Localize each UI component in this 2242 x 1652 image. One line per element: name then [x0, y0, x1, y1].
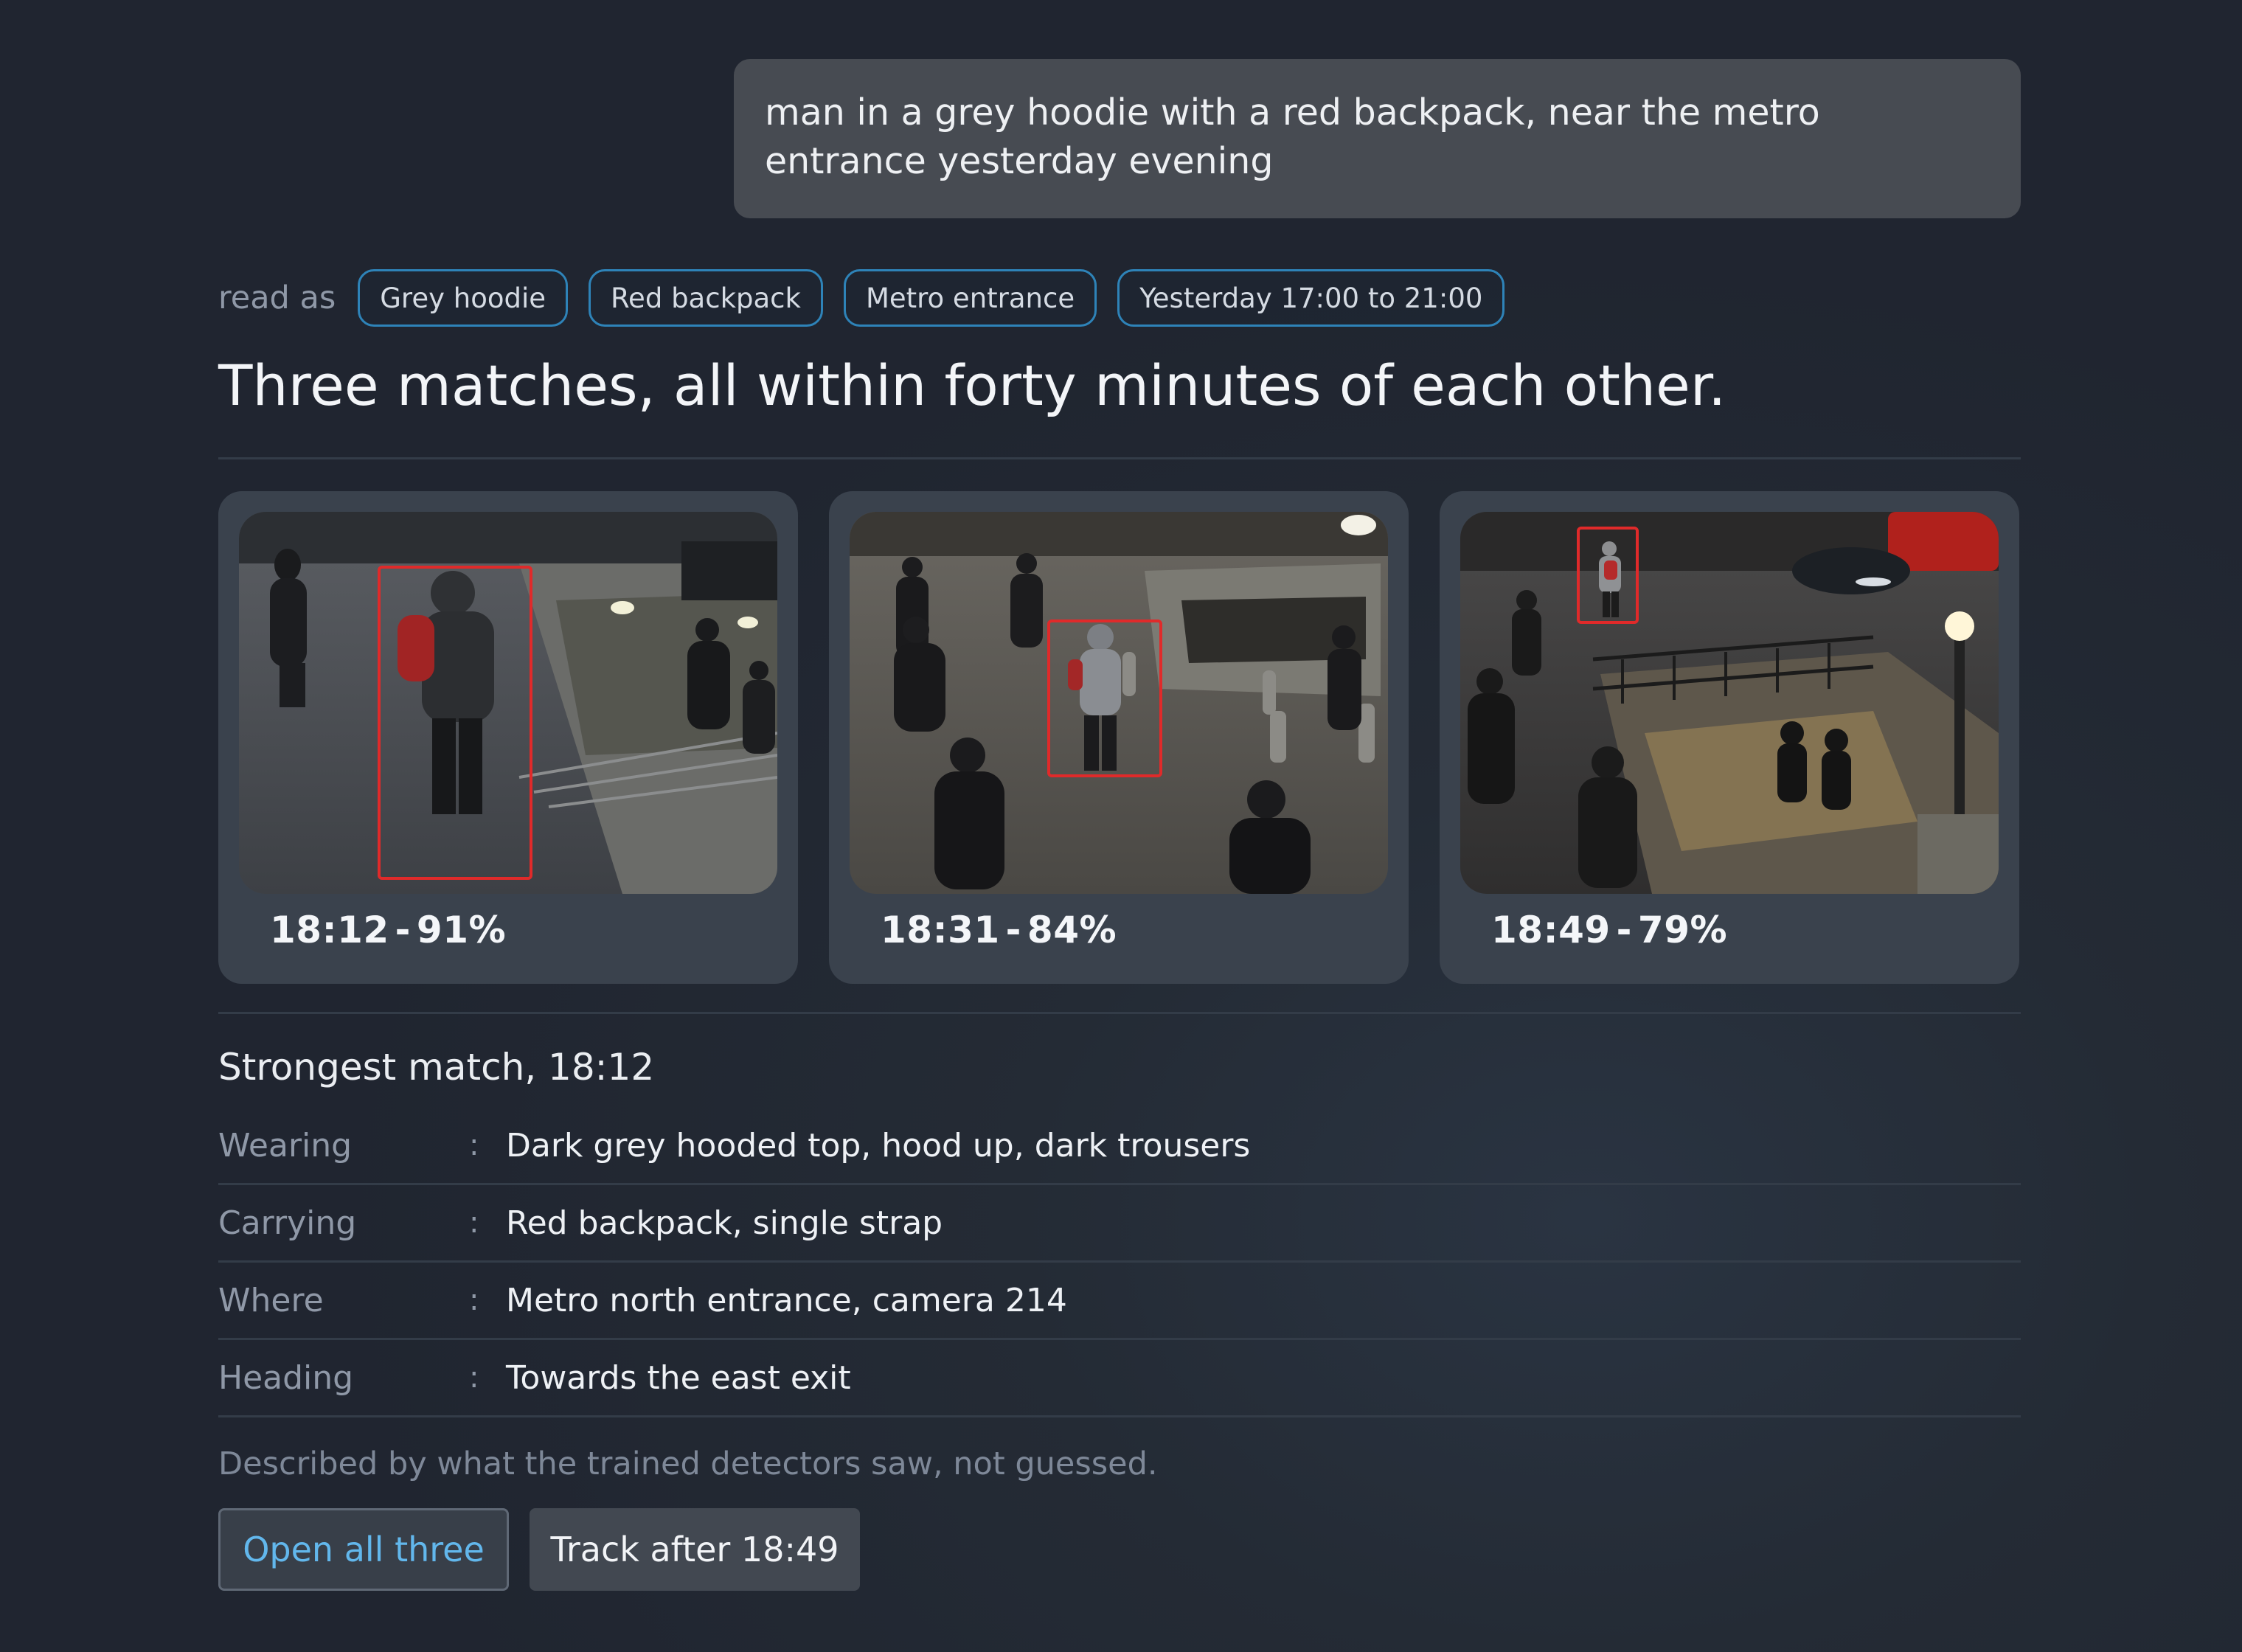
detail-label: Heading — [218, 1358, 354, 1397]
match-caption-2: 18:31-84% — [881, 909, 1117, 951]
interpretation-bar: read as Grey hoodie Red backpack Metro e… — [218, 269, 1525, 327]
read-as-label: read as — [218, 280, 336, 316]
detail-separator: : — [469, 1361, 479, 1395]
detail-separator: : — [469, 1206, 479, 1240]
detail-row-carrying: Carrying : Red backpack, single strap — [218, 1185, 2021, 1263]
divider — [218, 457, 2021, 459]
detail-label: Wearing — [218, 1126, 353, 1165]
match-thumbnail-2[interactable] — [850, 512, 1388, 894]
match-thumbnail-1[interactable] — [239, 512, 777, 894]
chip-red-backpack[interactable]: Red backpack — [589, 269, 823, 327]
match-confidence-3: 79% — [1637, 909, 1728, 951]
match-caption-3: 18:49-79% — [1491, 909, 1727, 951]
query-message: man in a grey hoodie with a red backpack… — [734, 59, 2021, 218]
detail-value: Towards the east exit — [506, 1358, 851, 1397]
track-after-button[interactable]: Track after 18:49 — [530, 1508, 860, 1591]
match-time-3: 18:49 — [1491, 909, 1611, 951]
chip-time-range[interactable]: Yesterday 17:00 to 21:00 — [1117, 269, 1505, 327]
open-all-button[interactable]: Open all three — [218, 1508, 509, 1591]
match-confidence-2: 84% — [1027, 909, 1117, 951]
divider — [218, 1012, 2021, 1014]
detail-row-heading: Heading : Towards the east exit — [218, 1340, 2021, 1417]
match-time-2: 18:31 — [881, 909, 1000, 951]
detail-row-where: Where : Metro north entrance, camera 214 — [218, 1263, 2021, 1340]
camera-frame-2 — [850, 512, 1388, 894]
detail-label: Carrying — [218, 1204, 357, 1242]
caption-separator-3: - — [1616, 909, 1632, 951]
caption-separator-1: - — [395, 909, 411, 951]
camera-frame-1 — [239, 512, 777, 894]
match-thumbnail-3[interactable] — [1460, 512, 1999, 894]
match-time-1: 18:12 — [270, 909, 389, 951]
detector-footnote: Described by what the trained detectors … — [218, 1446, 1158, 1482]
match-card-3[interactable]: 18:49-79% — [1440, 491, 2019, 984]
detail-value: Metro north entrance, camera 214 — [506, 1281, 1067, 1319]
detail-separator: : — [469, 1283, 479, 1317]
detail-value: Red backpack, single strap — [506, 1204, 943, 1242]
detail-value: Dark grey hooded top, hood up, dark trou… — [506, 1126, 1251, 1165]
detail-row-wearing: Wearing : Dark grey hooded top, hood up,… — [218, 1108, 2021, 1185]
results-headline: Three matches, all within forty minutes … — [218, 353, 1726, 418]
match-details: Wearing : Dark grey hooded top, hood up,… — [218, 1108, 2021, 1417]
match-card-1[interactable]: 18:12-91% — [218, 491, 798, 984]
camera-frame-3 — [1460, 512, 1999, 894]
match-caption-1: 18:12-91% — [270, 909, 506, 951]
chip-grey-hoodie[interactable]: Grey hoodie — [358, 269, 569, 327]
caption-separator-2: - — [1005, 909, 1021, 951]
match-confidence-1: 91% — [416, 909, 507, 951]
detail-label: Where — [218, 1281, 324, 1319]
detail-separator: : — [469, 1128, 479, 1162]
match-cards: 18:12-91% 18:31 - 84% 18:49 - 79% — [218, 491, 2019, 984]
query-text: man in a grey hoodie with a red backpack… — [765, 91, 1820, 182]
chip-metro-entrance[interactable]: Metro entrance — [843, 269, 1097, 327]
match-card-2[interactable]: 18:31-84% — [829, 491, 1409, 984]
strongest-match-title: Strongest match, 18:12 — [218, 1046, 655, 1089]
